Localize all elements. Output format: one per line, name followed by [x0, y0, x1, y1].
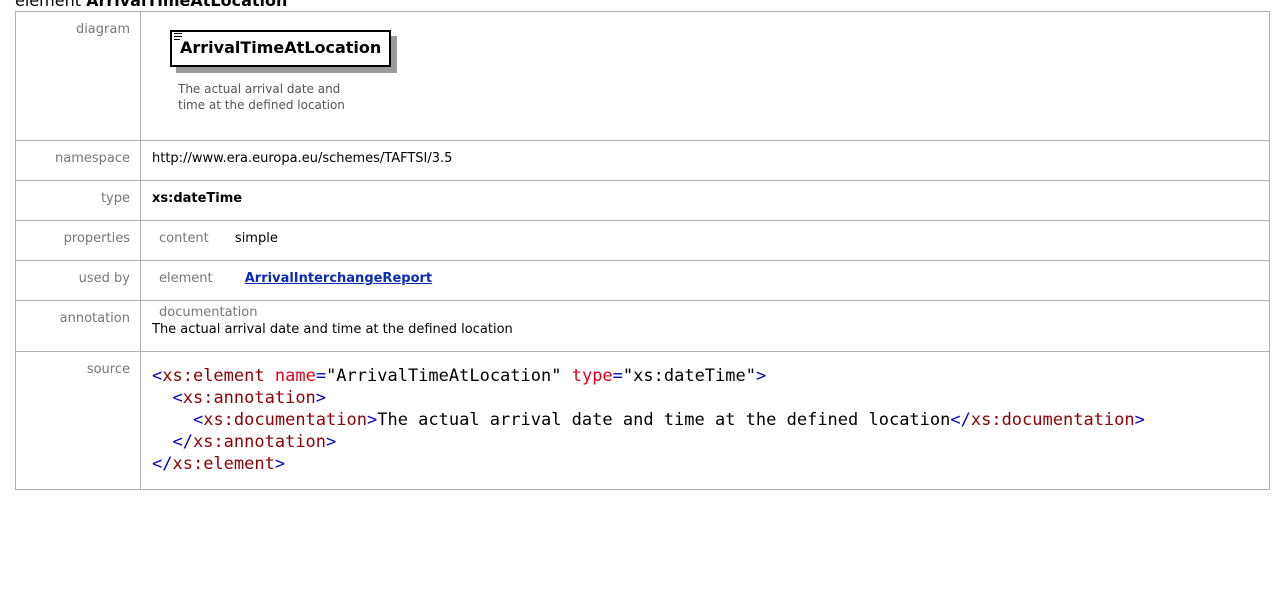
diagram-cell: ArrivalTimeAtLocation The actual arrival…	[140, 11, 1270, 141]
namespace-value: http://www.era.europa.eu/schemes/TAFTSI/…	[140, 140, 1270, 181]
label-type: type	[15, 180, 141, 221]
row-properties: properties content simple	[15, 220, 1270, 261]
annotation-text: The actual arrival date and time at the …	[152, 322, 513, 337]
diagram-element-box[interactable]: ArrivalTimeAtLocation	[170, 30, 392, 67]
source-line-5: </xs:element>	[152, 454, 286, 474]
label-used-by: used by	[15, 260, 141, 301]
label-diagram: diagram	[15, 11, 141, 141]
type-value: xs:dateTime	[140, 180, 1270, 221]
properties-cell: content simple	[140, 220, 1270, 261]
source-line-3: <xs:documentation>The actual arrival dat…	[192, 410, 1145, 430]
label-properties: properties	[15, 220, 141, 261]
diagram-doc-line-1: The actual arrival date and	[178, 82, 341, 96]
row-source: source <xs:element name="ArrivalTimeAtLo…	[15, 351, 1270, 490]
heading-kind: element	[15, 0, 81, 10]
annotation-cell: documentation The actual arrival date an…	[140, 300, 1270, 352]
label-namespace: namespace	[15, 140, 141, 181]
source-line-1: <xs:element name="ArrivalTimeAtLocation"…	[152, 366, 767, 386]
row-diagram: diagram ArrivalTimeAtLocation The actual…	[15, 11, 1270, 141]
diagram-element-name: ArrivalTimeAtLocation	[180, 38, 382, 57]
page-heading: element ArrivalTimeAtLocation	[15, 0, 287, 11]
label-source: source	[15, 351, 141, 490]
used-by-link[interactable]: ArrivalInterchangeReport	[245, 271, 432, 286]
label-annotation: annotation	[15, 300, 141, 352]
source-line-2: <xs:annotation>	[172, 388, 327, 408]
source-code: <xs:element name="ArrivalTimeAtLocation"…	[152, 365, 1259, 475]
used-by-cell: element ArrivalInterchangeReport	[140, 260, 1270, 301]
property-value: simple	[234, 231, 278, 246]
diagram-doc-line-2: time at the defined location	[178, 98, 345, 112]
row-used-by: used by element ArrivalInterchangeReport	[15, 260, 1270, 301]
annotation-key: documentation	[159, 305, 258, 320]
used-by-kind: element	[159, 271, 213, 286]
element-icon	[174, 33, 182, 42]
element-doc-table: diagram ArrivalTimeAtLocation The actual…	[15, 11, 1270, 490]
row-annotation: annotation documentation The actual arri…	[15, 300, 1270, 352]
row-type: type xs:dateTime	[15, 180, 1270, 221]
row-namespace: namespace http://www.era.europa.eu/schem…	[15, 140, 1270, 181]
source-cell: <xs:element name="ArrivalTimeAtLocation"…	[140, 351, 1270, 490]
property-key: content	[159, 231, 209, 246]
diagram-documentation: The actual arrival date and time at the …	[178, 81, 353, 113]
source-line-4: </xs:annotation>	[172, 432, 337, 452]
heading-element-name: ArrivalTimeAtLocation	[86, 0, 288, 10]
